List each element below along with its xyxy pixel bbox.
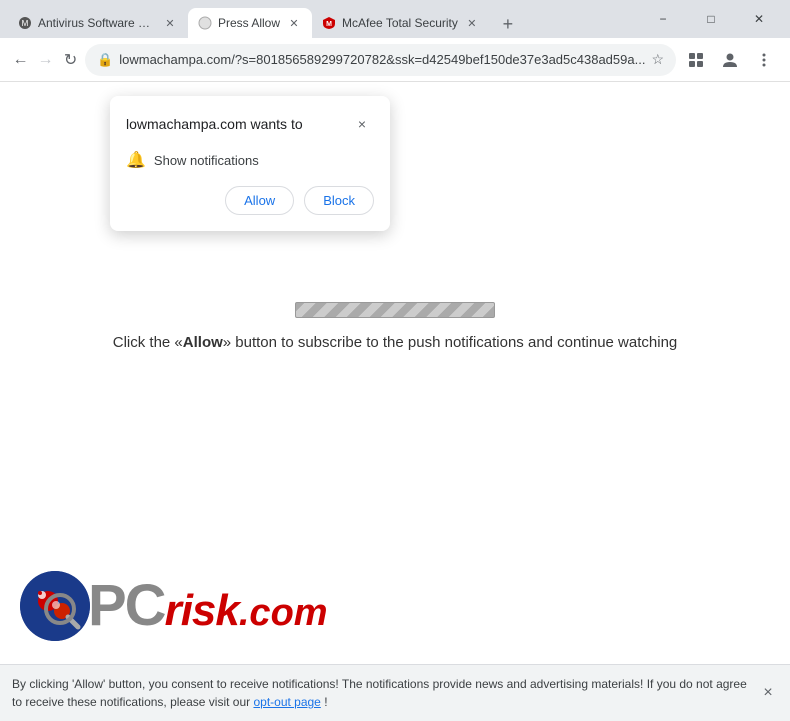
- progress-bar: [295, 302, 495, 318]
- popup-title: lowmachampa.com wants to: [126, 116, 303, 132]
- forward-button[interactable]: →: [35, 44, 56, 76]
- bottom-notification-bar: By clicking 'Allow' button, you consent …: [0, 664, 790, 721]
- opt-out-link[interactable]: opt-out page: [253, 695, 320, 709]
- new-tab-button[interactable]: +: [494, 10, 522, 38]
- tab-press-allow[interactable]: Press Allow ✕: [188, 8, 312, 38]
- minimize-button[interactable]: −: [640, 3, 686, 35]
- tab-mcafee-label: McAfee Total Security: [342, 16, 458, 30]
- tab-mcafee-close[interactable]: ✕: [464, 15, 480, 31]
- bell-icon: 🔔: [126, 150, 146, 170]
- address-bar[interactable]: 🔒 lowmachampa.com/?s=801856589299720782&…: [85, 44, 676, 76]
- popup-buttons: Allow Block: [126, 186, 374, 215]
- svg-text:M: M: [22, 19, 29, 28]
- title-bar: M Antivirus Software and Int... ✕ Press …: [0, 0, 790, 38]
- popup-body: 🔔 Show notifications: [126, 150, 374, 170]
- popup-notification-text: Show notifications: [154, 153, 259, 168]
- bottom-bar-text: By clicking 'Allow' button, you consent …: [12, 677, 747, 709]
- toolbar: ← → ↻ 🔒 lowmachampa.com/?s=8018565892997…: [0, 38, 790, 82]
- page-content: lowmachampa.com wants to × 🔔 Show notifi…: [0, 82, 790, 721]
- bookmark-icon[interactable]: ☆: [651, 51, 664, 68]
- tab-bar: M Antivirus Software and Int... ✕ Press …: [8, 0, 632, 38]
- tab-antivirus-label: Antivirus Software and Int...: [38, 16, 156, 30]
- browser-window: M Antivirus Software and Int... ✕ Press …: [0, 0, 790, 721]
- tab-mcafee[interactable]: M McAfee Total Security ✕: [312, 8, 490, 38]
- tab-mcafee-favicon: M: [322, 16, 336, 30]
- allow-button[interactable]: Allow: [225, 186, 294, 215]
- tab-press-allow-close[interactable]: ✕: [286, 15, 302, 31]
- refresh-button[interactable]: ↻: [60, 44, 81, 76]
- url-text: lowmachampa.com/?s=801856589299720782&ss…: [119, 52, 645, 67]
- notification-permission-popup: lowmachampa.com wants to × 🔔 Show notifi…: [110, 96, 390, 231]
- tab-press-allow-favicon: [198, 16, 212, 30]
- menu-button[interactable]: [748, 44, 780, 76]
- bottom-bar-close-button[interactable]: ×: [756, 681, 780, 705]
- block-button[interactable]: Block: [304, 186, 374, 215]
- profile-button[interactable]: [714, 44, 746, 76]
- svg-text:M: M: [326, 21, 332, 28]
- tab-antivirus-close[interactable]: ✕: [162, 15, 178, 31]
- popup-close-button[interactable]: ×: [350, 112, 374, 136]
- pcrisk-pc-text: PC: [88, 577, 165, 635]
- page-instruction-text: Click the «Allow» button to subscribe to…: [113, 334, 678, 351]
- bottom-bar-text-after: !: [324, 695, 327, 709]
- extensions-button[interactable]: [680, 44, 712, 76]
- pcrisk-logo: PC risk .com: [20, 571, 328, 641]
- pcrisk-icon: [20, 571, 90, 641]
- pcrisk-com-text: .com: [239, 592, 328, 635]
- tab-antivirus[interactable]: M Antivirus Software and Int... ✕: [8, 8, 188, 38]
- maximize-button[interactable]: □: [688, 3, 734, 35]
- close-button[interactable]: ✕: [736, 3, 782, 35]
- pcrisk-risk-text: risk: [165, 586, 239, 636]
- toolbar-icons: [680, 44, 780, 76]
- window-controls: − □ ✕: [640, 3, 782, 35]
- popup-header: lowmachampa.com wants to ×: [126, 112, 374, 136]
- back-button[interactable]: ←: [10, 44, 31, 76]
- lock-icon: 🔒: [97, 52, 113, 68]
- tab-press-allow-label: Press Allow: [218, 16, 280, 30]
- tab-antivirus-favicon: M: [18, 16, 32, 30]
